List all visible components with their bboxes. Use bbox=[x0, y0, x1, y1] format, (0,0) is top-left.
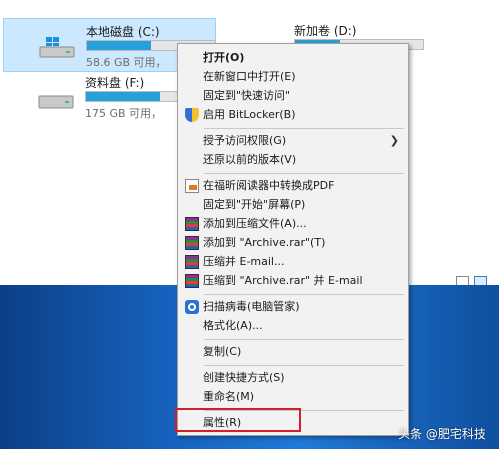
menu-separator bbox=[204, 339, 404, 340]
menu-separator bbox=[204, 365, 404, 366]
menu-item-label: 添加到 "Archive.rar"(T) bbox=[203, 236, 326, 249]
menu-item-label: 扫描病毒(电脑管家) bbox=[203, 300, 300, 313]
menu-item-label: 启用 BitLocker(B) bbox=[203, 108, 296, 121]
shield-icon bbox=[185, 108, 199, 122]
drive-f-info: 175 GB 可用， bbox=[85, 107, 163, 120]
winrar-icon bbox=[185, 255, 199, 269]
menu-item-add-archive[interactable]: 添加到压缩文件(A)... bbox=[178, 214, 408, 234]
menu-item-label: 压缩并 E-mail... bbox=[203, 255, 285, 268]
menu-item-label: 重命名(M) bbox=[203, 390, 255, 403]
menu-separator bbox=[204, 173, 404, 174]
hard-drive-icon bbox=[38, 95, 74, 109]
menu-item-create-shortcut[interactable]: 创建快捷方式(S) bbox=[178, 368, 408, 388]
watermark: 头条 @肥宅科技 bbox=[398, 427, 486, 441]
menu-item-label: 授予访问权限(G) bbox=[203, 134, 287, 147]
menu-item-label: 添加到压缩文件(A)... bbox=[203, 217, 307, 230]
menu-item-open-new-window[interactable]: 在新窗口中打开(E) bbox=[178, 67, 408, 87]
menu-item-label: 固定到"开始"屏幕(P) bbox=[203, 198, 306, 211]
drive-d-name: 新加卷 (D:) bbox=[294, 24, 357, 38]
menu-item-label: 格式化(A)... bbox=[203, 319, 263, 332]
menu-item-label: 压缩到 "Archive.rar" 并 E-mail bbox=[203, 274, 363, 287]
antivirus-scan-icon bbox=[185, 300, 199, 314]
menu-item-give-access[interactable]: 授予访问权限(G) ❯ bbox=[178, 131, 408, 151]
menu-item-label: 打开(O) bbox=[203, 51, 245, 64]
menu-item-convert-pdf[interactable]: 在福昕阅读器中转换成PDF bbox=[178, 176, 408, 196]
menu-item-label: 复制(C) bbox=[203, 345, 242, 358]
menu-item-open[interactable]: 打开(O) bbox=[178, 48, 408, 68]
menu-item-add-archive-rar[interactable]: 添加到 "Archive.rar"(T) bbox=[178, 233, 408, 253]
menu-item-label: 在新窗口中打开(E) bbox=[203, 70, 296, 83]
drive-c-name: 本地磁盘 (C:) bbox=[86, 25, 160, 39]
menu-separator bbox=[204, 128, 404, 129]
menu-item-compress-email[interactable]: 压缩并 E-mail... bbox=[178, 252, 408, 272]
menu-separator bbox=[204, 294, 404, 295]
pdf-convert-icon bbox=[185, 179, 199, 193]
menu-item-bitlocker[interactable]: 启用 BitLocker(B) bbox=[178, 105, 408, 125]
drive-f-usage-fill bbox=[86, 92, 161, 101]
context-menu: 打开(O) 在新窗口中打开(E) 固定到"快速访问" 启用 BitLocker(… bbox=[177, 43, 409, 436]
chevron-right-icon: ❯ bbox=[389, 134, 399, 147]
menu-item-label: 创建快捷方式(S) bbox=[203, 371, 285, 384]
drive-c-usage-fill bbox=[87, 41, 151, 50]
drive-c-info: 58.6 GB 可用， bbox=[86, 56, 167, 69]
windows-drive-icon bbox=[39, 37, 75, 58]
menu-item-label: 固定到"快速访问" bbox=[203, 89, 291, 102]
menu-item-restore-versions[interactable]: 还原以前的版本(V) bbox=[178, 150, 408, 170]
menu-item-label: 在福昕阅读器中转换成PDF bbox=[203, 179, 335, 192]
winrar-icon bbox=[185, 217, 199, 231]
menu-item-compress-rar-email[interactable]: 压缩到 "Archive.rar" 并 E-mail bbox=[178, 271, 408, 291]
menu-item-pin-quick-access[interactable]: 固定到"快速访问" bbox=[178, 86, 408, 106]
properties-highlight-box bbox=[175, 408, 301, 432]
menu-item-copy[interactable]: 复制(C) bbox=[178, 342, 408, 362]
menu-item-scan-virus[interactable]: 扫描病毒(电脑管家) bbox=[178, 297, 408, 317]
menu-item-rename[interactable]: 重命名(M) bbox=[178, 387, 408, 407]
winrar-icon bbox=[185, 236, 199, 250]
winrar-icon bbox=[185, 274, 199, 288]
menu-item-label: 还原以前的版本(V) bbox=[203, 153, 297, 166]
menu-item-pin-start[interactable]: 固定到"开始"屏幕(P) bbox=[178, 195, 408, 215]
menu-item-format[interactable]: 格式化(A)... bbox=[178, 316, 408, 336]
drive-f-name: 资料盘 (F:) bbox=[85, 76, 145, 90]
